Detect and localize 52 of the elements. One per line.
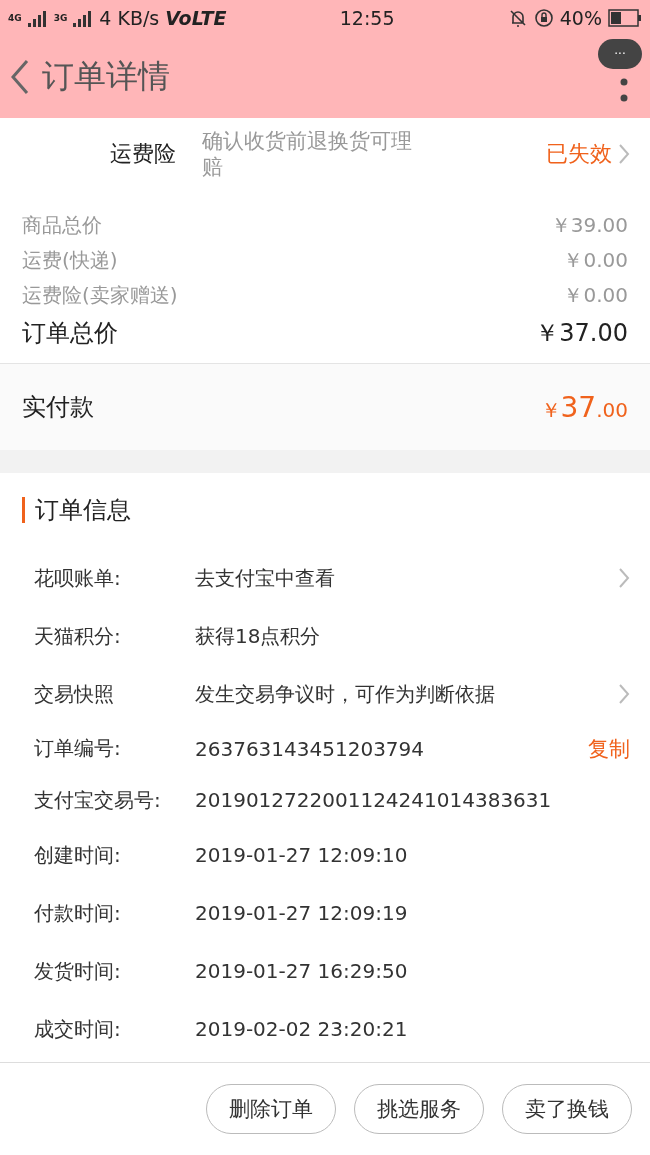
price-label: 运费(快递) <box>22 247 118 274</box>
info-value: 2019-02-02 23:20:21 <box>195 1017 409 1041</box>
bell-muted-icon <box>507 7 528 28</box>
info-value: 263763143451203794 <box>195 736 426 761</box>
back-icon[interactable] <box>10 58 30 95</box>
message-badge[interactable]: ··· <box>598 39 642 69</box>
price-value: ￥37.00 <box>535 318 628 349</box>
action-button[interactable]: 删除订单 <box>206 1084 336 1134</box>
price-value: ￥39.00 <box>550 212 628 239</box>
chevron-right-icon <box>618 567 630 589</box>
action-button[interactable]: 卖了换钱 <box>502 1084 632 1134</box>
price-value: ￥0.00 <box>563 247 628 274</box>
price-label: 商品总价 <box>22 212 102 239</box>
more-icon[interactable] <box>620 77 628 104</box>
action-button[interactable]: 挑选服务 <box>354 1084 484 1134</box>
paid-label: 实付款 <box>22 392 94 423</box>
network-label: 4G <box>8 12 22 23</box>
page-title: 订单详情 <box>42 55 170 97</box>
info-value: 2019-01-27 12:09:10 <box>195 843 409 867</box>
info-label: 发货时间: <box>34 957 122 985</box>
volte-text: VoLTE <box>165 6 227 29</box>
price-value: ￥0.00 <box>563 282 628 309</box>
info-value: 2019-01-27 12:09:19 <box>195 901 409 925</box>
rotation-lock-icon <box>533 7 554 28</box>
network-label: 3G <box>53 12 68 23</box>
info-value: 去支付宝中查看 <box>195 564 336 592</box>
info-value: 获得18点积分 <box>195 622 322 650</box>
clock-text: 12:55 <box>339 6 395 29</box>
signal-icon <box>27 8 48 27</box>
info-label: 付款时间: <box>34 899 122 927</box>
insurance-label: 运费险 <box>110 140 177 168</box>
info-value: 2019-01-27 16:29:50 <box>195 959 409 983</box>
speed-text: 4 KB/s <box>99 6 160 29</box>
info-label: 支付宝交易号: <box>34 786 162 814</box>
chevron-right-icon <box>618 143 630 165</box>
paid-amount: ￥37.00 <box>540 390 628 424</box>
insurance-description: 确认收货前退换货可理赔 <box>202 128 413 180</box>
price-label: 运费险(卖家赠送) <box>22 282 178 309</box>
signal-icon <box>73 8 94 27</box>
battery-icon <box>608 8 642 27</box>
battery-percent: 40% <box>559 6 602 29</box>
info-value: 2019012722001124241014383631 <box>195 788 553 812</box>
info-label: 天猫积分: <box>34 622 122 650</box>
info-label: 订单编号: <box>34 735 122 762</box>
info-value: 发生交易争议时，可作为判断依据 <box>195 680 496 708</box>
info-label: 交易快照 <box>34 680 115 708</box>
price-label: 订单总价 <box>22 318 118 349</box>
info-label: 成交时间: <box>34 1015 122 1043</box>
info-label: 创建时间: <box>34 841 122 869</box>
info-label: 花呗账单: <box>34 564 122 592</box>
section-title: 订单信息 <box>22 497 630 523</box>
chevron-right-icon <box>618 683 630 705</box>
